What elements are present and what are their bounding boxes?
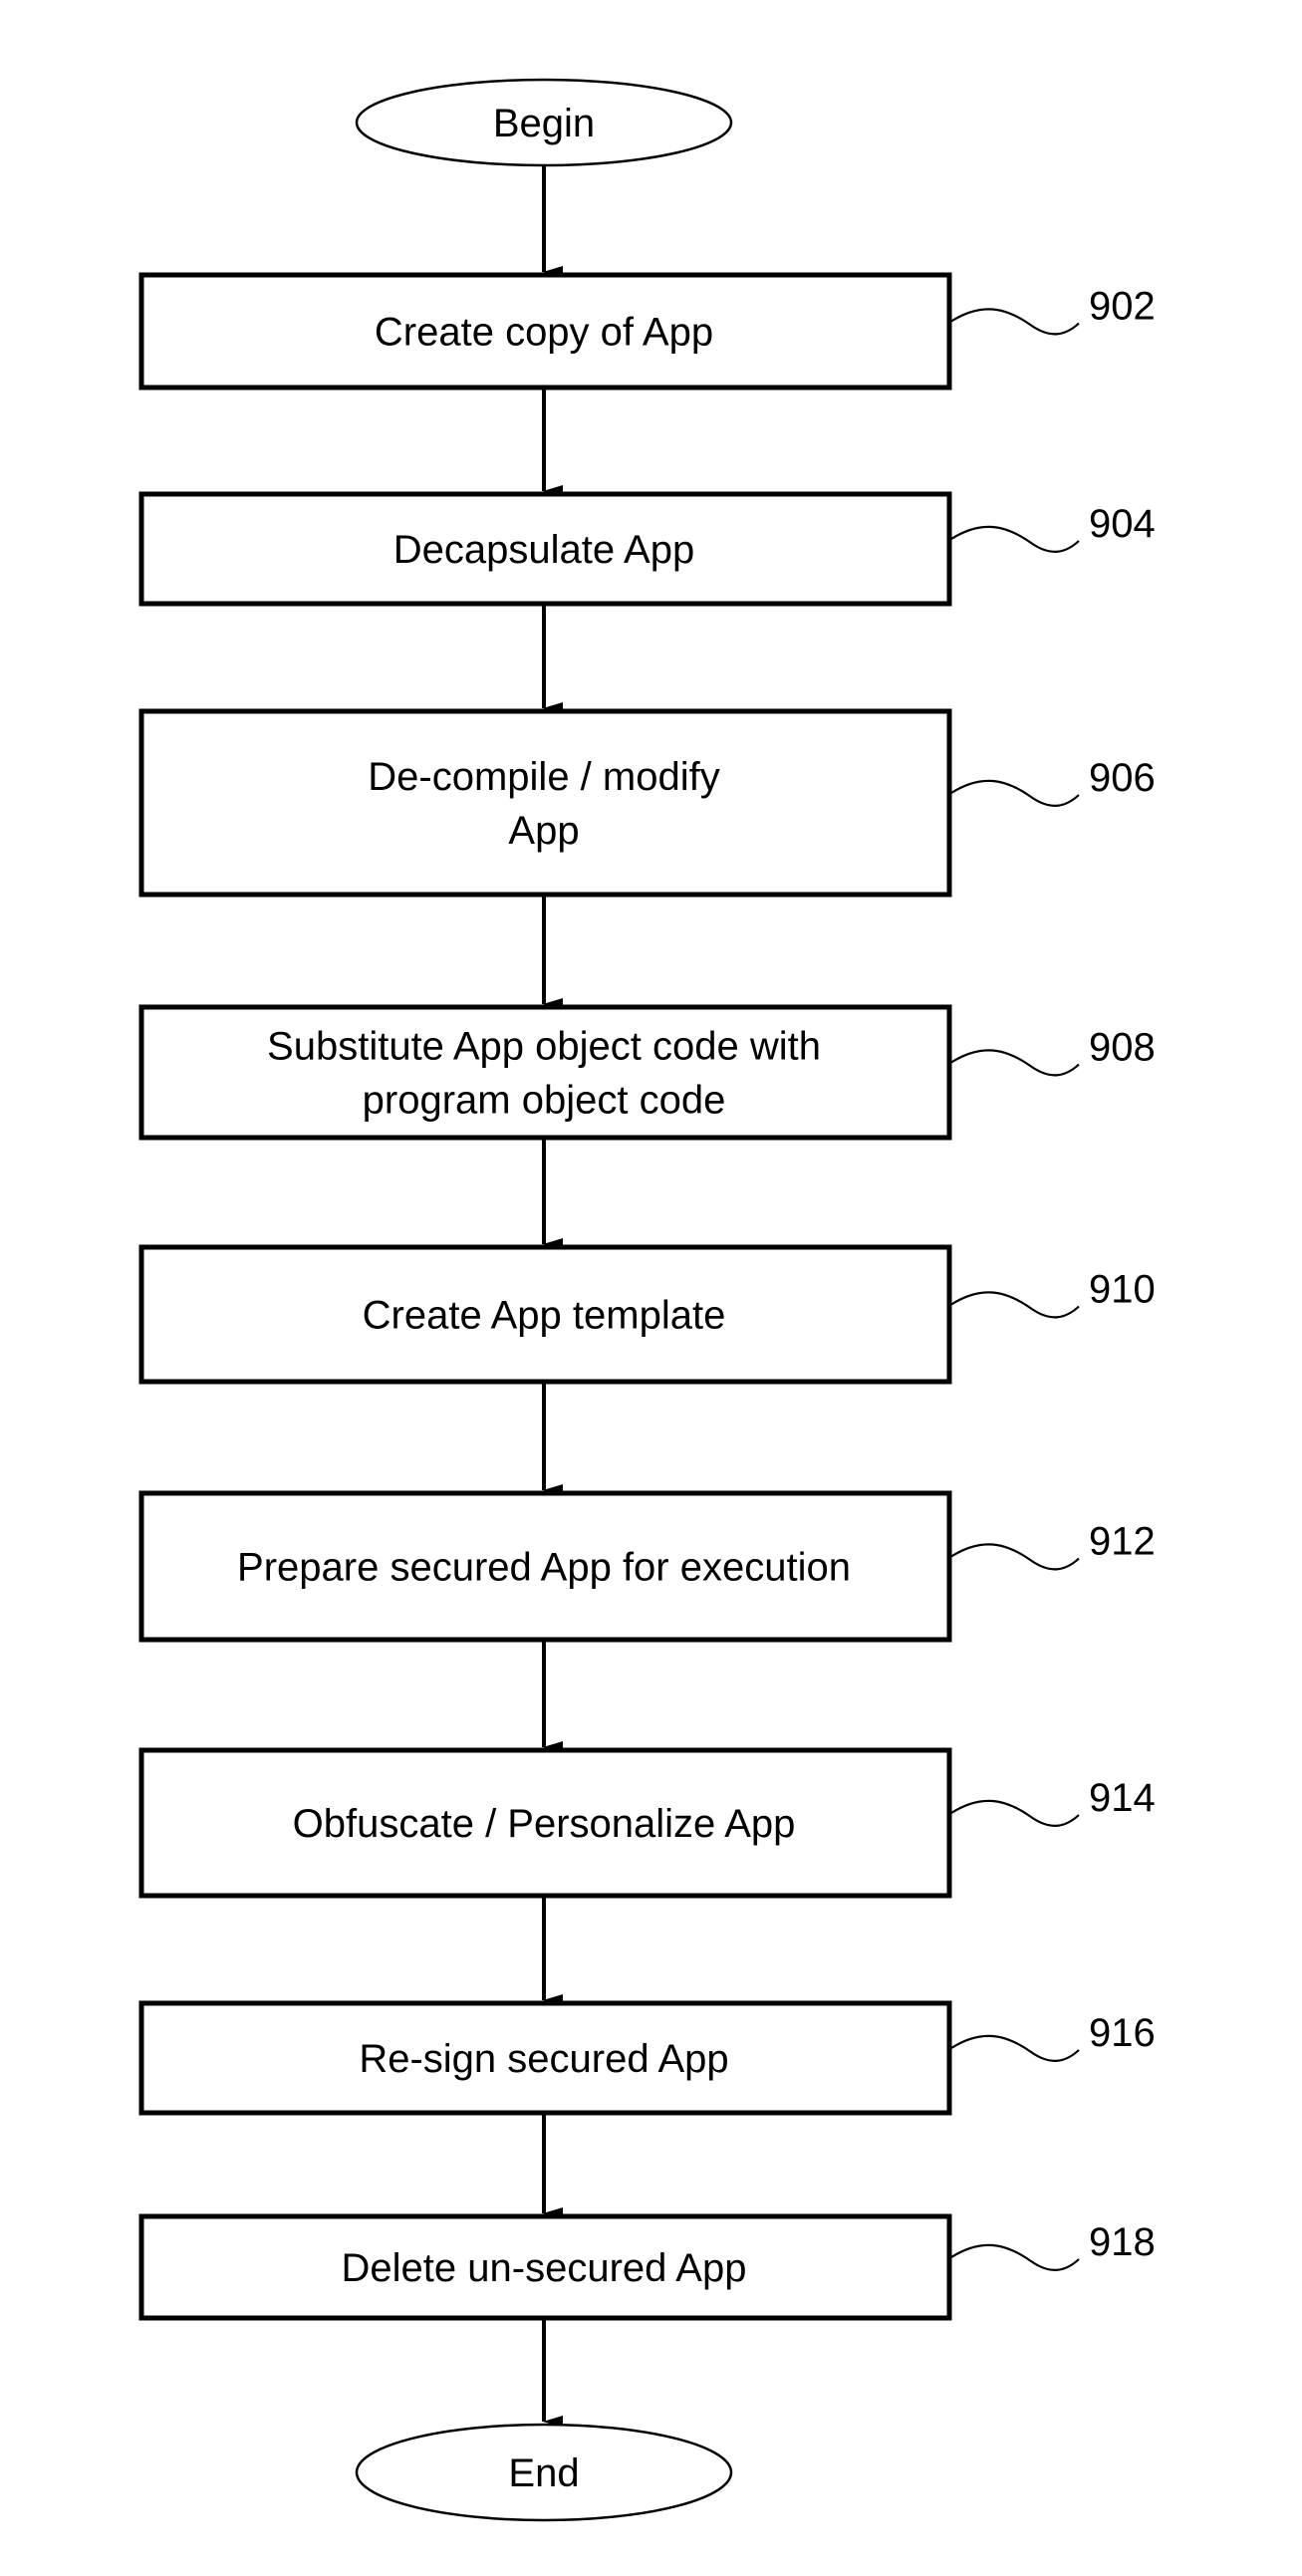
reference-numeral: 906 — [1089, 756, 1156, 800]
leader-line — [950, 525, 1080, 553]
leader-line — [950, 1543, 1080, 1571]
process-box — [138, 708, 952, 898]
reference-numeral: 912 — [1089, 1520, 1156, 1564]
leader-line — [950, 1291, 1080, 1319]
node-label: Re-sign secured App — [359, 2037, 728, 2081]
node-begin: Begin — [355, 78, 733, 167]
node-916: Re-sign secured App 916 — [138, 2000, 1156, 2116]
leader-line — [950, 779, 1080, 807]
node-label: De-compile / modify — [368, 755, 719, 799]
reference-numeral: 918 — [1089, 2220, 1156, 2264]
reference-numeral: 916 — [1089, 2011, 1156, 2055]
reference-numeral: 910 — [1089, 1268, 1156, 1312]
node-908: Substitute App object code with program o… — [138, 1004, 1156, 1141]
reference-numeral: 904 — [1089, 502, 1156, 546]
node-label: Obfuscate / Personalize App — [293, 1802, 796, 1846]
leader-line — [950, 2243, 1080, 2271]
node-906: De-compile / modify App 906 — [138, 708, 1156, 898]
node-label: Create copy of App — [375, 311, 713, 355]
node-904: Decapsulate App 904 — [138, 491, 1156, 607]
node-end: End — [355, 2423, 733, 2522]
node-910: Create App template 910 — [138, 1244, 1156, 1385]
node-label: Begin — [493, 102, 595, 145]
node-label: App — [508, 809, 579, 853]
leader-line — [950, 2034, 1080, 2062]
flowchart: Begin Create copy of App 902 Decapsulate Ap… — [138, 78, 1156, 2522]
node-label: program object code — [363, 1079, 726, 1123]
leader-line — [950, 308, 1080, 336]
leader-line — [950, 1799, 1080, 1827]
node-label: Create App template — [363, 1294, 726, 1338]
leader-line — [950, 1049, 1080, 1077]
reference-numeral: 908 — [1089, 1026, 1156, 1070]
reference-numeral: 902 — [1089, 285, 1156, 329]
node-902: Create copy of App 902 — [138, 272, 1156, 390]
node-label: Delete un-secured App — [342, 2246, 747, 2290]
reference-numeral: 914 — [1089, 1776, 1156, 1820]
node-label: End — [508, 2451, 579, 2495]
nodes-layer: Begin Create copy of App 902 Decapsulate Ap… — [138, 78, 1156, 2522]
node-label: Prepare secured App for execution — [237, 1546, 851, 1590]
node-label: Decapsulate App — [393, 528, 694, 572]
node-918: Delete un-secured App 918 — [138, 2213, 1156, 2321]
node-label: Substitute App object code with — [267, 1025, 821, 1069]
node-914: Obfuscate / Personalize App 914 — [138, 1747, 1156, 1899]
node-912: Prepare secured App for execution 912 — [138, 1490, 1156, 1643]
